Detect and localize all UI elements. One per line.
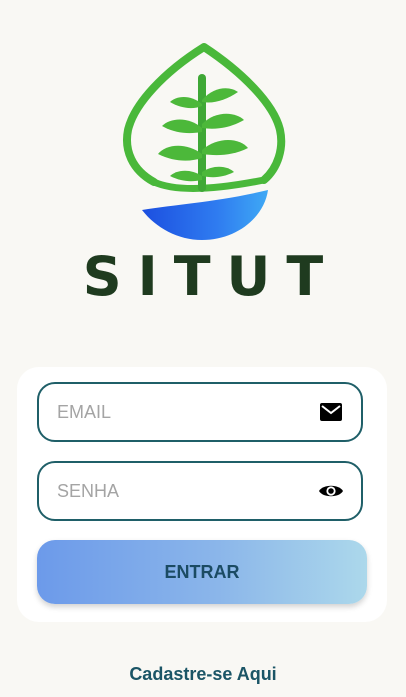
- password-input[interactable]: [57, 480, 297, 502]
- eye-icon[interactable]: [319, 479, 343, 503]
- brand-title: SITUT: [82, 245, 340, 308]
- mail-icon: [319, 400, 343, 424]
- login-screen: SITUT ENTRAR Cada: [0, 0, 406, 697]
- password-field[interactable]: [37, 461, 363, 521]
- email-input[interactable]: [57, 401, 297, 423]
- situt-logo: [123, 43, 286, 240]
- login-card: ENTRAR: [17, 367, 387, 622]
- signup-link[interactable]: Cadastre-se Aqui: [0, 664, 406, 685]
- email-field[interactable]: [37, 382, 363, 442]
- login-button-label: ENTRAR: [164, 561, 240, 582]
- login-button[interactable]: ENTRAR: [37, 540, 367, 604]
